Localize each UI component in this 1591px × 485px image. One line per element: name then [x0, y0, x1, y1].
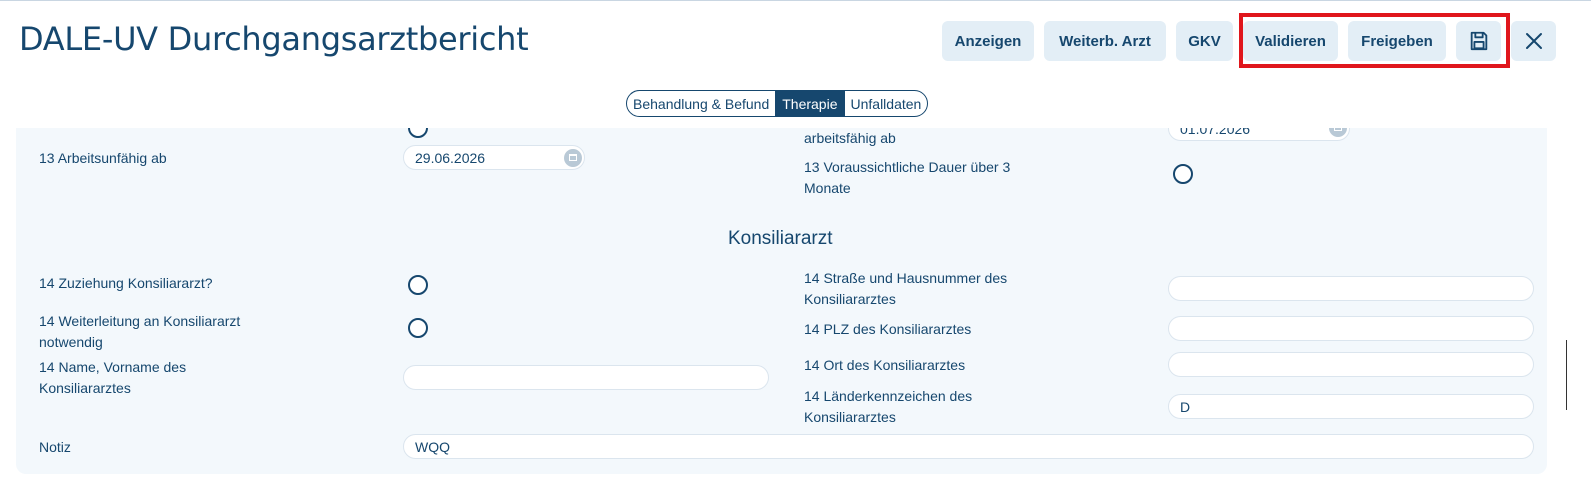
gkv-button[interactable]: GKV: [1176, 21, 1233, 61]
close-button[interactable]: [1511, 21, 1556, 61]
calendar-icon[interactable]: [564, 149, 582, 167]
land-field[interactable]: D: [1168, 394, 1534, 419]
zuziehung-label: 14 Zuziehung Konsiliararzt?: [39, 275, 213, 291]
zuziehung-radio[interactable]: [408, 275, 428, 295]
name-label: 14 Name, Vorname des Konsiliararztes: [39, 359, 187, 396]
name-field[interactable]: [403, 365, 769, 390]
plz-field[interactable]: [1168, 316, 1534, 341]
close-icon: [1525, 33, 1542, 49]
dauer-label: 13 Voraussichtliche Dauer über 3 Monate: [804, 159, 1011, 196]
weiterb-arzt-button[interactable]: Weiterb. Arzt: [1044, 21, 1166, 61]
arbeitsfaehig-ab-label: arbeitsfähig ab: [804, 130, 896, 146]
tab-therapie[interactable]: Therapie: [775, 91, 844, 116]
ort-field[interactable]: [1168, 352, 1534, 377]
dauer-radio[interactable]: [1173, 164, 1193, 184]
anzeigen-button[interactable]: Anzeigen: [942, 21, 1034, 61]
tab-unfalldaten[interactable]: Unfalldaten: [843, 91, 928, 116]
window-top-border: [0, 0, 1591, 1]
weiterleitung-label: 14 Weiterleitung an Konsiliararzt notwen…: [39, 313, 241, 350]
tab-bar: Behandlung & Befund Therapie Unfalldaten: [626, 90, 929, 117]
land-label: 14 Länderkennzeichen des Konsiliararztes: [804, 388, 973, 425]
ort-label: 14 Ort des Konsiliararztes: [804, 357, 966, 373]
strasse-label: 14 Straße und Hausnummer des Konsiliarar…: [804, 270, 1008, 307]
scrollbar[interactable]: [1566, 340, 1567, 410]
notiz-field[interactable]: WQQ: [403, 434, 1534, 459]
page-title: DALE-UV Durchgangsarztbericht: [19, 20, 529, 58]
radio-clipped[interactable]: [408, 128, 428, 138]
plz-label: 14 PLZ des Konsiliararztes: [804, 321, 972, 337]
form-panel[interactable]: arbeitsfähig ab 01.07.2026 13 Arbeitsunf…: [16, 128, 1547, 474]
tab-behandlung-befund[interactable]: Behandlung & Befund: [627, 91, 775, 116]
weiterleitung-radio[interactable]: [408, 318, 428, 338]
arbeitsfaehig-ab-field[interactable]: 01.07.2026: [1168, 128, 1350, 141]
notiz-label: Notiz: [39, 439, 71, 455]
section-title-konsiliararzt: Konsiliararzt: [728, 228, 833, 249]
strasse-field[interactable]: [1168, 276, 1534, 301]
arbeitsunfaehig-ab-label: 13 Arbeitsunfähig ab: [39, 150, 167, 166]
highlight-box: [1239, 13, 1510, 68]
arbeitsunfaehig-ab-field[interactable]: 29.06.2026: [403, 145, 585, 170]
